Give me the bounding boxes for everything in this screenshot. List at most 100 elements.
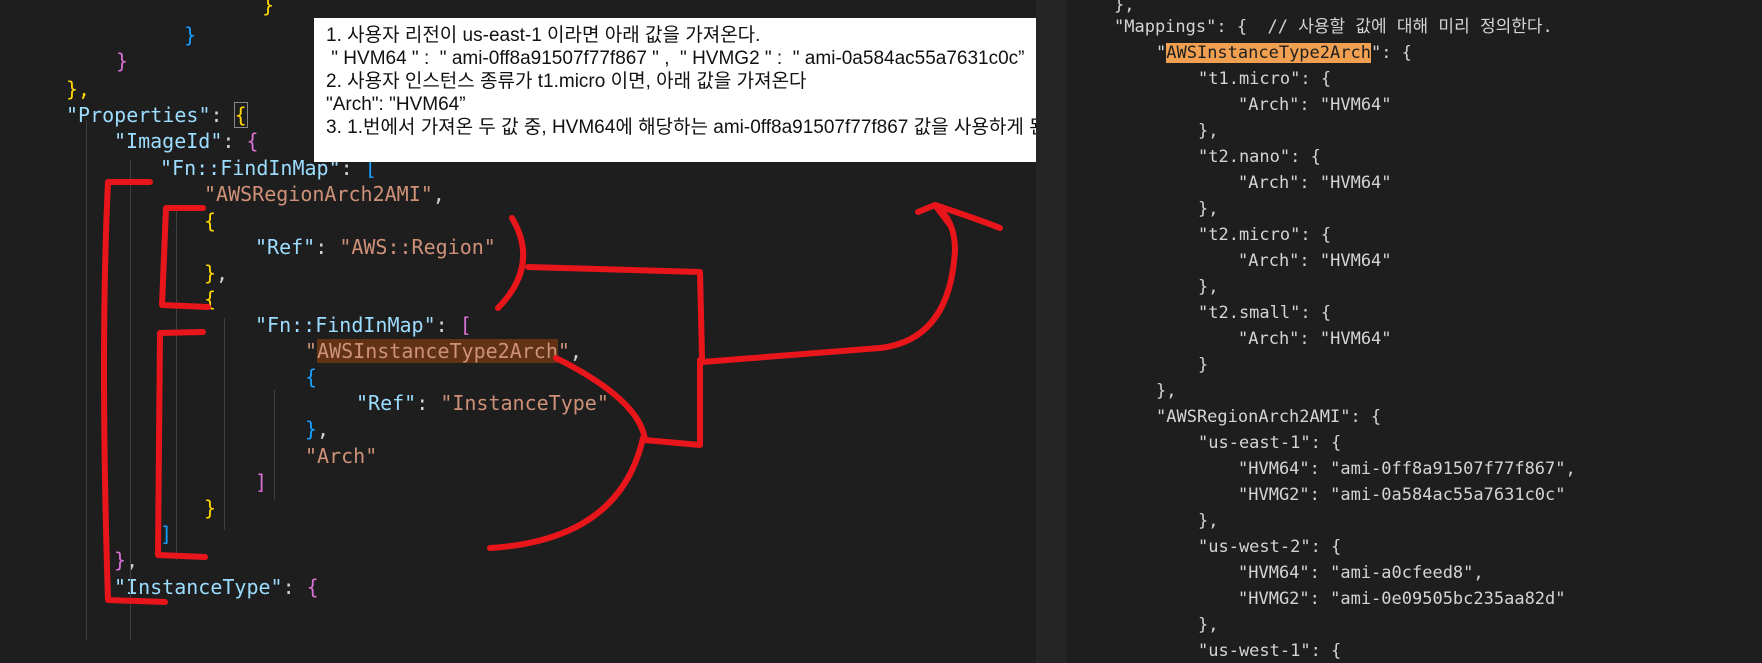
code-line: }: [214, 0, 274, 18]
code-token: },: [1198, 121, 1219, 141]
code-token: ,: [432, 182, 445, 206]
code-token: {: [204, 209, 217, 233]
code-line: "HVMG2": "ami-0a584ac55a7631c0c": [1238, 482, 1566, 508]
note-line-5: 3. 1.번에서 가져온 두 값 중, HVM64에 해당하는 ami-0ff8…: [326, 117, 1036, 138]
code-token: ,: [317, 417, 330, 441]
code-token: "ImageId": [114, 129, 223, 153]
code-line: "us-west-2": {: [1198, 534, 1341, 560]
code-token: "InstanceType": [114, 575, 283, 599]
code-token: {: [306, 575, 319, 599]
code-token: },: [1198, 199, 1219, 219]
indent-guide: [224, 318, 225, 530]
code-token: "Ref": [356, 391, 417, 415]
code-token: "Fn::FindInMap": [255, 313, 436, 337]
code-token: :: [222, 129, 247, 153]
code-token: "Properties": [66, 103, 211, 127]
explanation-note: 1. 사용자 리전이 us-east-1 이라면 아래 값을 가져온다. " H…: [314, 18, 1036, 162]
code-token: {: [305, 365, 318, 389]
code-line: {: [204, 286, 216, 312]
code-token: "AWSRegionArch2AMI": [204, 182, 433, 206]
indent-guide: [274, 390, 275, 500]
code-line: },: [1198, 196, 1218, 222]
code-token: }: [204, 496, 217, 520]
code-token: {: [246, 129, 259, 153]
code-token: :: [210, 103, 235, 127]
code-token: }: [160, 23, 197, 47]
code-token: [: [459, 313, 472, 337]
pane-divider[interactable]: [1036, 0, 1066, 663]
code-token: },: [1156, 381, 1177, 401]
code-line: }: [116, 48, 128, 74]
code-line: },: [1198, 612, 1218, 638]
code-line: {: [305, 364, 317, 390]
code-line: "Arch": [305, 443, 377, 469]
code-line: "HVMG2": "ami-0e09505bc235aa82d": [1238, 586, 1566, 612]
code-token: "HVMG2": "ami-0e09505bc235aa82d": [1238, 589, 1566, 609]
code-line: "t1.micro": {: [1198, 66, 1331, 92]
code-line: "AWSRegionArch2AMI",: [204, 181, 445, 207]
code-token: }: [214, 0, 275, 17]
code-line: "Arch": "HVM64": [1238, 170, 1392, 196]
code-line: },: [1198, 274, 1218, 300]
code-token: "Arch": "HVM64": [1238, 329, 1392, 349]
code-line: {: [204, 208, 216, 234]
code-token: :: [315, 235, 340, 259]
code-token: :: [282, 575, 307, 599]
code-line: "Mappings": { // 사용할 값에 대해 미리 정의한다.: [1114, 14, 1553, 40]
code-line: ]: [160, 521, 172, 547]
code-token: // 사용할 값에 대해 미리 정의한다.: [1267, 17, 1553, 37]
code-token: "us-west-2": {: [1198, 537, 1342, 557]
code-line: "Arch": "HVM64": [1238, 326, 1392, 352]
code-line: "Fn::FindInMap": [: [255, 312, 472, 338]
highlighted-match: AWSInstanceType2Arch: [1166, 43, 1371, 63]
code-line: "Ref": "InstanceType": [356, 390, 609, 416]
code-line: },: [66, 76, 90, 102]
code-line: "AWSRegionArch2AMI": {: [1156, 404, 1381, 430]
right-editor-pane[interactable]: }, "Mappings": { // 사용할 값에 대해 미리 정의한다. "AW…: [1066, 0, 1762, 663]
code-token: }: [1198, 355, 1209, 375]
code-line: },: [114, 547, 138, 573]
code-token: }: [204, 261, 217, 285]
code-line: "Properties": {: [66, 102, 248, 128]
code-token: }: [114, 548, 127, 572]
code-token: {: [204, 287, 217, 311]
code-token: "t2.small": {: [1198, 303, 1332, 323]
code-token: "Arch": "HVM64": [1238, 173, 1392, 193]
code-line: "AWSInstanceType2Arch",: [305, 338, 582, 364]
left-editor-pane[interactable]: } }}}, "Properties": {"ImageId": {"Fn::Fi…: [0, 0, 1036, 663]
code-token: ,: [126, 548, 139, 572]
code-token: : {: [1216, 17, 1268, 37]
code-token: :: [416, 391, 441, 415]
code-token: },: [1198, 277, 1219, 297]
code-token: },: [1114, 0, 1135, 15]
code-token: ": {: [1370, 43, 1412, 63]
code-token: "HVM64": "ami-0ff8a91507f77f867",: [1238, 459, 1576, 479]
code-line: }: [160, 22, 196, 48]
code-token: "Ref": [255, 235, 316, 259]
indent-guide: [130, 160, 131, 640]
indent-guide: [176, 210, 177, 560]
code-line: "us-east-1": {: [1198, 430, 1341, 456]
code-token: AWSInstanceType2Arch: [317, 339, 558, 363]
code-line: },: [305, 416, 329, 442]
code-line: "t2.small": {: [1198, 300, 1331, 326]
code-token: }: [305, 417, 318, 441]
code-token: ]: [255, 470, 268, 494]
code-token: "us-west-1": {: [1198, 641, 1342, 661]
code-token: ": [557, 339, 570, 363]
code-token: "Arch": [305, 444, 378, 468]
code-line: "t2.micro": {: [1198, 222, 1331, 248]
code-line: },: [1198, 508, 1218, 534]
code-token: "t2.micro": {: [1198, 225, 1332, 245]
code-token: "HVM64": "ami-a0cfeed8",: [1238, 563, 1484, 583]
code-token: "t2.nano": {: [1198, 147, 1321, 167]
note-line-2: " HVM64 " : " ami-0ff8a91507f77f867 " , …: [326, 48, 1025, 69]
code-line: "ImageId": {: [114, 128, 259, 154]
code-line: },: [1198, 118, 1218, 144]
code-token: }: [116, 49, 129, 73]
code-token: ": [305, 339, 318, 363]
code-line: },: [1156, 378, 1176, 404]
note-line-1: 1. 사용자 리전이 us-east-1 이라면 아래 값을 가져온다.: [326, 25, 761, 46]
code-token: },: [1198, 615, 1219, 635]
code-token: :: [435, 313, 460, 337]
